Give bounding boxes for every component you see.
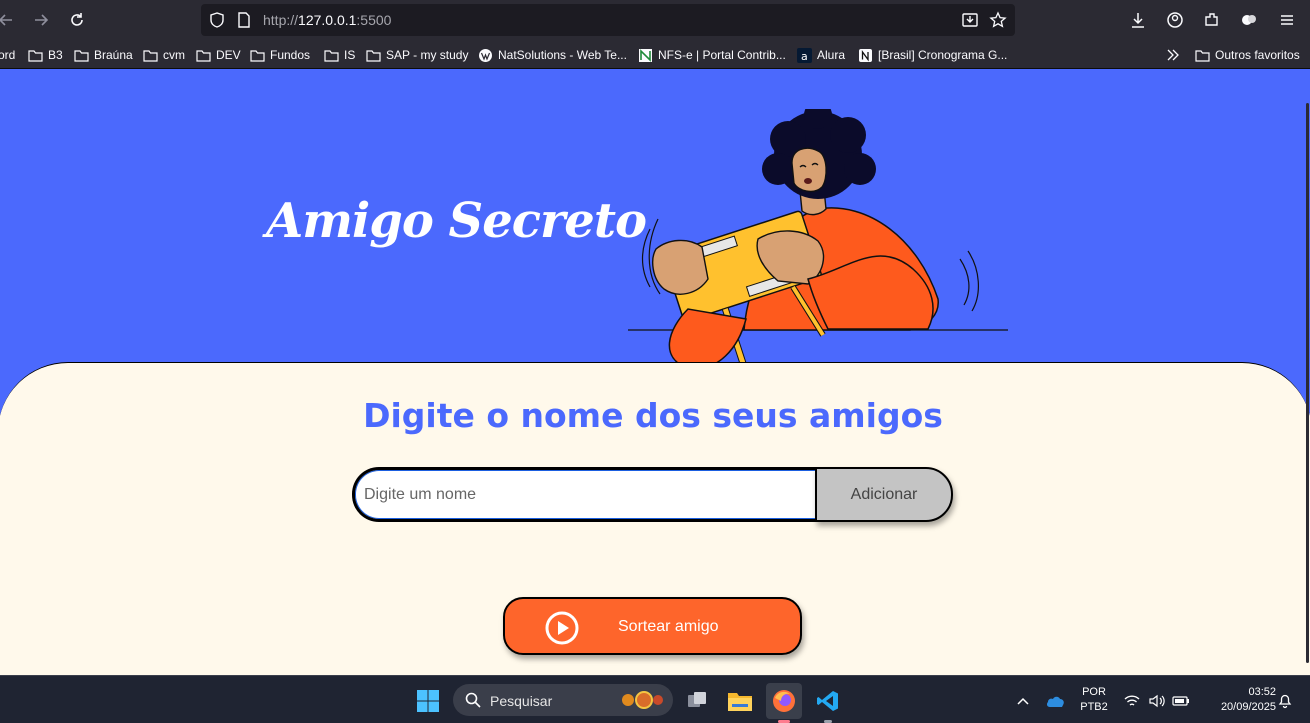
- bookmark-item[interactable]: NFS-e | Portal Contrib...: [638, 46, 786, 64]
- notion-icon: [859, 48, 872, 62]
- search-icon: [465, 692, 481, 708]
- folder-icon: [28, 49, 43, 62]
- extensions-icon[interactable]: [1200, 8, 1224, 32]
- address-bar[interactable]: http://127.0.0.1:5500: [201, 4, 1015, 36]
- folder-icon: [366, 49, 381, 62]
- bookmark-label: B3: [48, 48, 63, 62]
- friend-name-field[interactable]: [352, 467, 818, 522]
- bookmark-label: SAP - my study: [386, 48, 469, 62]
- page-scrollbar[interactable]: [1306, 103, 1309, 663]
- search-placeholder: Pesquisar: [490, 693, 553, 709]
- volume-icon[interactable]: [1145, 683, 1169, 719]
- page-icon[interactable]: [237, 12, 251, 33]
- bookmark-label: NFS-e | Portal Contrib...: [658, 48, 786, 62]
- bookmark-folder[interactable]: SAP - my study: [366, 46, 468, 64]
- bookmark-label: Fundos: [270, 48, 311, 62]
- bookmark-label: Outros favoritos: [1215, 48, 1300, 62]
- folder-icon: [74, 49, 89, 62]
- page-title: Amigo Secreto: [266, 193, 647, 249]
- bookmark-star-icon[interactable]: [989, 11, 1007, 34]
- battery-icon[interactable]: [1169, 683, 1193, 719]
- bookmark-item[interactable]: [Brasil] Cronograma G...: [858, 46, 1007, 64]
- bookmark-label: Braúna: [94, 48, 133, 62]
- bookmark-folder[interactable]: DEV: [196, 46, 241, 64]
- install-app-icon[interactable]: [961, 11, 979, 34]
- bookmark-folder[interactable]: IS: [324, 46, 355, 64]
- url-host: 127.0.0.1: [298, 12, 357, 28]
- bookmark-folder[interactable]: B3: [28, 46, 63, 64]
- taskbar-search[interactable]: Pesquisar: [453, 684, 673, 716]
- file-explorer-icon[interactable]: [722, 683, 758, 719]
- browser-toolbar: http://127.0.0.1:5500: [0, 0, 1310, 40]
- content-card: Digite o nome dos seus amigos Adicionar …: [0, 362, 1310, 675]
- clock-date: 20/09/2025: [1220, 701, 1276, 713]
- menu-icon[interactable]: [1275, 8, 1299, 32]
- bookmark-folder[interactable]: cvm: [143, 46, 185, 64]
- more-bookmarks-icon[interactable]: [1166, 46, 1180, 64]
- windows-start-icon[interactable]: [410, 683, 446, 719]
- onedrive-icon[interactable]: [1041, 683, 1071, 719]
- bookmark-label: Alura: [817, 48, 846, 62]
- draw-friend-button[interactable]: Sortear amigo: [503, 597, 802, 655]
- bookmark-item[interactable]: NatSolutions - Web Te...: [478, 46, 627, 64]
- bookmark-label: NatSolutions - Web Te...: [498, 48, 627, 62]
- bookmark-item[interactable]: a Alura: [797, 46, 845, 64]
- add-button[interactable]: Adicionar: [815, 467, 953, 522]
- forward-icon[interactable]: [29, 8, 53, 32]
- other-bookmarks-folder[interactable]: Outros favoritos: [1195, 46, 1300, 64]
- folder-icon: [196, 49, 211, 62]
- folder-icon: [250, 49, 265, 62]
- language-code: POR: [1082, 686, 1106, 698]
- section-heading: Digite o nome dos seus amigos: [363, 396, 943, 435]
- folder-icon: [324, 49, 339, 62]
- friend-name-input[interactable]: [355, 470, 818, 519]
- url-text[interactable]: http://127.0.0.1:5500: [263, 12, 391, 28]
- downloads-icon[interactable]: [1126, 8, 1150, 32]
- search-highlight-icon: [622, 691, 663, 709]
- firefox-icon[interactable]: [766, 683, 802, 723]
- alura-icon: a: [797, 47, 812, 63]
- bookmark-folder[interactable]: Braúna: [74, 46, 133, 64]
- reload-icon[interactable]: [65, 8, 89, 32]
- keyboard-layout: PTB2: [1080, 701, 1108, 713]
- bookmark-label: [Brasil] Cronograma G...: [878, 48, 1008, 62]
- play-icon: [545, 611, 579, 645]
- bookmark-label: cvm: [163, 48, 185, 62]
- profile-extension-icon[interactable]: [1237, 8, 1261, 32]
- clock-time: 03:52: [1248, 686, 1276, 698]
- notifications-icon[interactable]: [1274, 683, 1296, 719]
- vscode-icon[interactable]: [810, 683, 846, 723]
- bookmark-label: ord: [0, 48, 16, 62]
- language-indicator[interactable]: POR PTB2: [1078, 685, 1110, 715]
- bookmark-item[interactable]: ord: [0, 46, 15, 64]
- shield-icon[interactable]: [209, 12, 225, 33]
- back-icon[interactable]: [0, 8, 18, 32]
- person-gaming-illustration: [628, 109, 1008, 369]
- bookmark-folder[interactable]: Fundos: [250, 46, 310, 64]
- draw-button-label: Sortear amigo: [618, 618, 719, 635]
- folder-icon: [1195, 49, 1210, 62]
- clock[interactable]: 03:52 20/09/2025: [1198, 685, 1276, 715]
- svg-text:a: a: [801, 50, 808, 63]
- wifi-icon[interactable]: [1120, 683, 1144, 719]
- screen: http://127.0.0.1:5500 ord B3 Braúna cvm …: [0, 0, 1310, 723]
- url-scheme: http://: [263, 12, 299, 28]
- url-port: :5500: [356, 12, 392, 28]
- wordpress-icon: [479, 48, 492, 62]
- show-hidden-icons-icon[interactable]: [1008, 683, 1038, 719]
- folder-icon: [143, 49, 158, 62]
- nfse-icon: [639, 48, 652, 62]
- account-icon[interactable]: [1163, 8, 1187, 32]
- taskbar: Pesquisar POR PTB2 03:52 20/09/2025: [0, 675, 1310, 723]
- bookmark-label: DEV: [216, 48, 241, 62]
- web-page: Amigo Secreto Digite o nome dos seus ami…: [0, 69, 1310, 675]
- bookmarks-bar: ord B3 Braúna cvm DEV Fundos IS SAP - my…: [0, 40, 1310, 69]
- task-view-icon[interactable]: [679, 683, 715, 719]
- bookmark-label: IS: [344, 48, 356, 62]
